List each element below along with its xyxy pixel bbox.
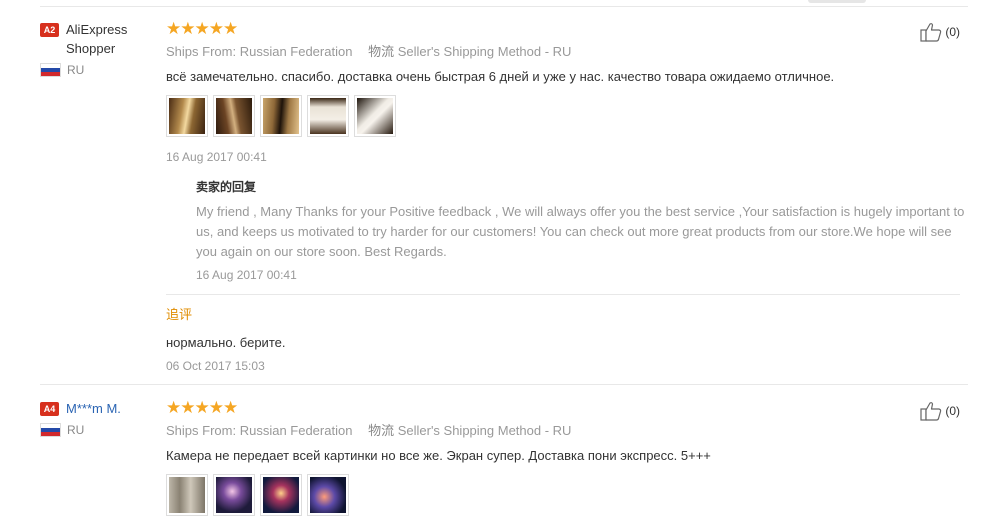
helpful-count: (0) [945, 404, 960, 418]
helpful-count: (0) [945, 25, 960, 39]
logistics-value: Seller's Shipping Method - RU [397, 44, 572, 59]
shipping-info: Ships From: Russian Federation 物流 Seller… [166, 423, 966, 439]
review-photos [166, 95, 966, 137]
helpful-button[interactable]: (0) [920, 401, 960, 421]
seller-reply-date: 16 Aug 2017 00:41 [196, 268, 297, 282]
russia-flag-icon [40, 423, 61, 437]
shipping-info: Ships From: Russian Federation 物流 Seller… [166, 44, 966, 60]
review-body: ★★★★★ Ships From: Russian Federation 物流 … [166, 20, 966, 374]
divider [40, 6, 968, 7]
russia-flag-icon [40, 63, 61, 77]
ships-from-value: Russian Federation [239, 44, 353, 59]
review-photo-thumbnail[interactable] [166, 95, 208, 137]
buyer-name[interactable]: M***m M. [66, 399, 121, 418]
ships-from-label: Ships From: [166, 423, 237, 438]
buyer-info: A2 AliExpress Shopper RU [40, 20, 150, 77]
star-rating: ★★★★★ [166, 19, 238, 38]
star-rating: ★★★★★ [166, 398, 238, 417]
review-photo-thumbnail[interactable] [166, 474, 208, 516]
divider [166, 294, 960, 295]
buyer-info: A4 M***m M. RU [40, 399, 150, 437]
seller-reply: 卖家的回复 My friend , Many Thanks for your P… [196, 179, 966, 283]
seller-reply-title: 卖家的回复 [196, 180, 257, 194]
logistics-label: 物流 [368, 423, 395, 438]
review-date: 16 Aug 2017 00:41 [166, 150, 267, 164]
ships-from-label: Ships From: [166, 44, 237, 59]
review-body: ★★★★★ Ships From: Russian Federation 物流 … [166, 399, 966, 516]
helpful-button[interactable]: (0) [920, 22, 960, 42]
scrollbar-fragment [808, 0, 866, 3]
buyer-country: RU [40, 63, 150, 77]
thumbs-up-icon [920, 402, 942, 421]
followup-text: нормально. берите. [166, 335, 286, 350]
review-text: Камера не передает всей картинки но все … [166, 448, 711, 463]
review-photo-thumbnail[interactable] [354, 95, 396, 137]
thumbs-up-icon [920, 23, 942, 42]
review-photo-thumbnail[interactable] [213, 474, 255, 516]
review-photo-thumbnail[interactable] [260, 95, 302, 137]
review-photo-thumbnail[interactable] [260, 474, 302, 516]
review-text: всё замечательно. спасибо. доставка очен… [166, 69, 835, 84]
review-photos [166, 474, 966, 516]
buyer-name: AliExpress Shopper [66, 22, 128, 56]
buyer-country: RU [40, 423, 150, 437]
seller-reply-text: My friend , Many Thanks for your Positiv… [196, 204, 965, 259]
ships-from-value: Russian Federation [239, 423, 353, 438]
country-code: RU [67, 423, 85, 437]
review-photo-thumbnail[interactable] [213, 95, 255, 137]
followup-label: 追评 [166, 307, 193, 322]
buyer-level-badge: A2 [40, 23, 59, 37]
buyer-level-badge: A4 [40, 402, 59, 416]
divider [40, 384, 968, 385]
review-photo-thumbnail[interactable] [307, 95, 349, 137]
logistics-label: 物流 [368, 44, 395, 59]
logistics-value: Seller's Shipping Method - RU [397, 423, 572, 438]
review-photo-thumbnail[interactable] [307, 474, 349, 516]
country-code: RU [67, 63, 85, 77]
followup-date: 06 Oct 2017 15:03 [166, 359, 265, 373]
